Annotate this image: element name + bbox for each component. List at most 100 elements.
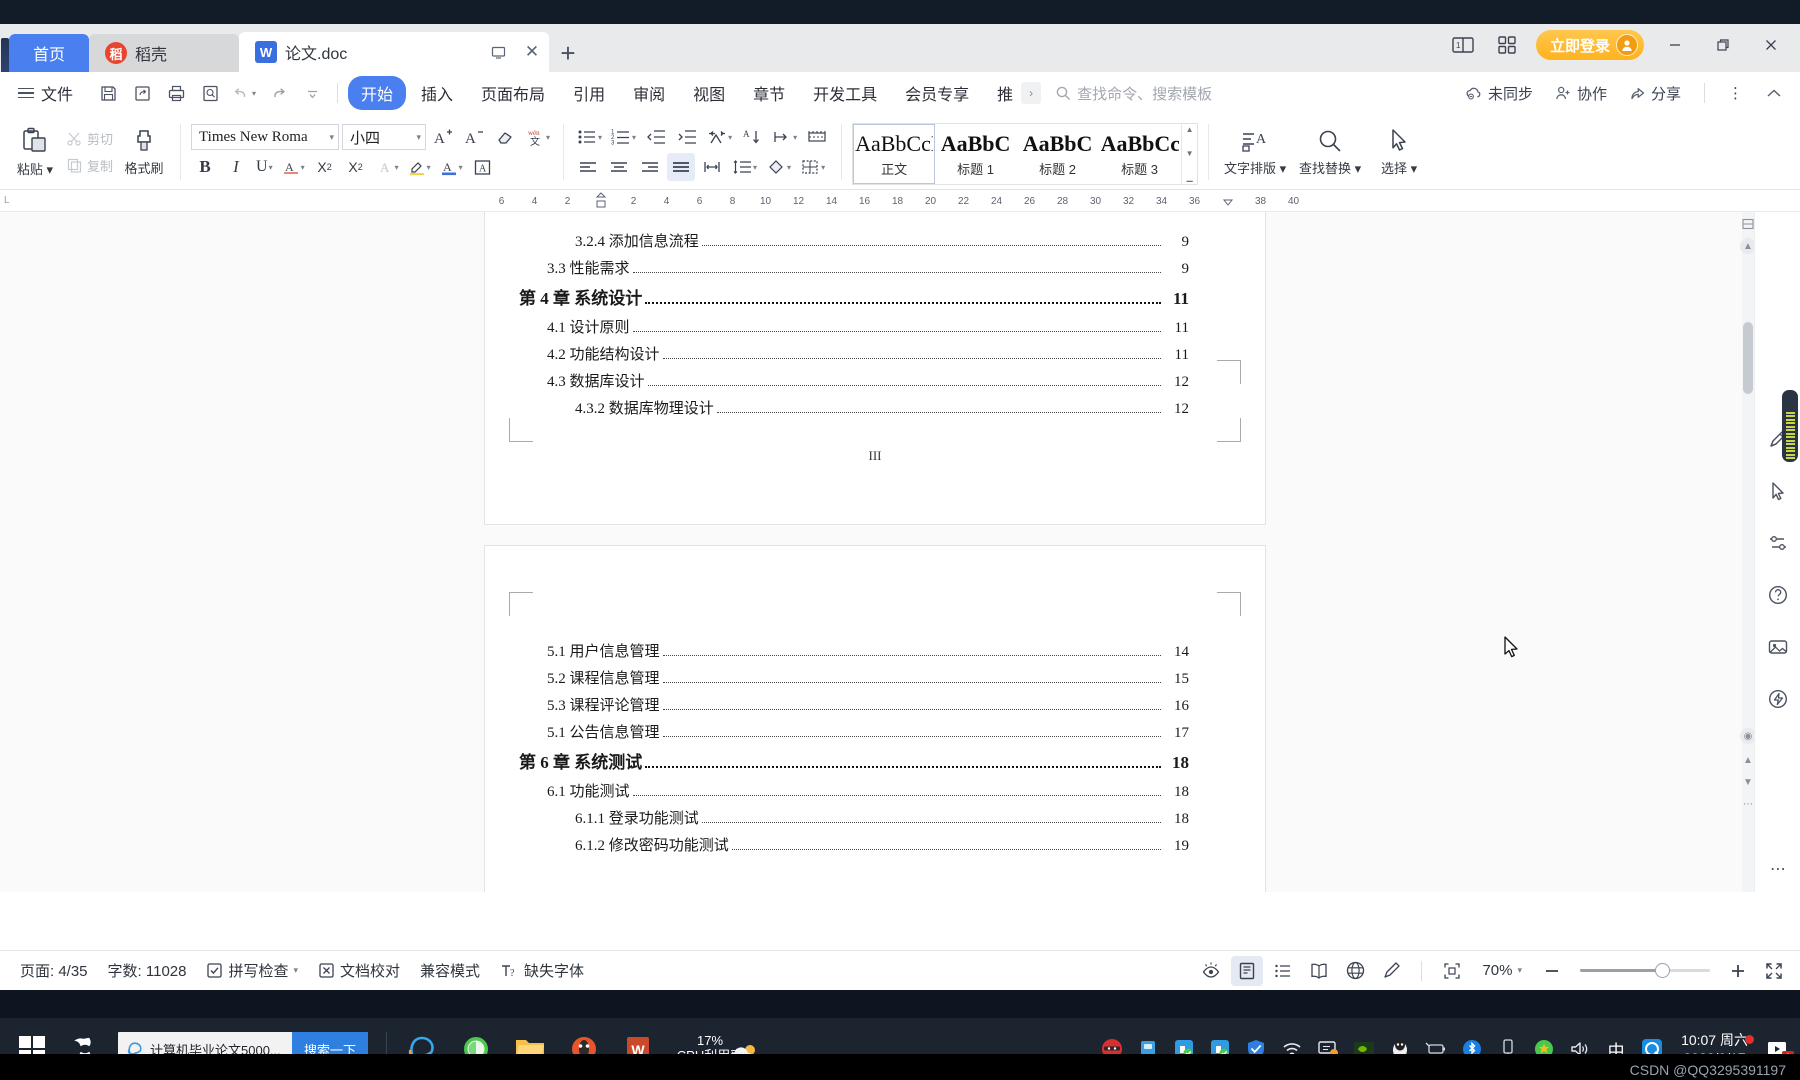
zoom-in-icon[interactable]: [1722, 956, 1754, 986]
ribbon-tab-developer[interactable]: 开发工具: [800, 76, 890, 110]
ribbon-tab-start[interactable]: 开始: [348, 76, 407, 110]
web-view-icon[interactable]: [1339, 956, 1371, 986]
text-highlight-icon[interactable]: ▾: [405, 153, 434, 181]
styles-expand-icon[interactable]: ▁: [1187, 174, 1193, 182]
toc-entry[interactable]: 4.3.2 数据库物理设计 12: [485, 397, 1189, 424]
borders-icon[interactable]: ▾: [797, 153, 828, 181]
styles-scroll-up-icon[interactable]: ▲: [1186, 126, 1194, 134]
reading-view-icon[interactable]: [1303, 956, 1335, 986]
toc-chapter-entry[interactable]: 第 6 章 系统测试 18: [485, 748, 1189, 780]
find-replace-button[interactable]: 查找替换 ▾: [1291, 117, 1369, 187]
document-canvas[interactable]: 3.2.4 添加信息流程 9 3.3 性能需求 9 第 4 章 系统设计 11: [0, 212, 1800, 892]
chevron-down-icon[interactable]: ▾: [416, 132, 421, 143]
underline-button[interactable]: U ▾: [253, 153, 276, 181]
app-grid-icon[interactable]: [1492, 30, 1522, 60]
document-page-1[interactable]: 3.2.4 添加信息流程 9 3.3 性能需求 9 第 4 章 系统设计 11: [485, 212, 1265, 524]
tab-docer[interactable]: 稻 稻壳: [89, 34, 240, 72]
fullscreen-icon[interactable]: [1758, 956, 1790, 986]
status-compatibility-mode[interactable]: 兼容模式: [410, 956, 490, 985]
toc-entry[interactable]: 6.1.1 登录功能测试 18: [485, 807, 1189, 834]
ribbon-tab-page-layout[interactable]: 页面布局: [468, 76, 558, 110]
character-border-icon[interactable]: A ▾: [373, 153, 402, 181]
paragraph-layout-icon[interactable]: ▾: [704, 123, 735, 151]
paste-button[interactable]: 粘贴 ▾: [9, 117, 61, 187]
style-heading-2[interactable]: AaBbC 标题 2: [1017, 124, 1099, 184]
lightning-icon[interactable]: [1763, 684, 1793, 714]
ribbon-tab-view[interactable]: 视图: [680, 76, 738, 110]
align-right-icon[interactable]: [636, 153, 664, 181]
show-paragraph-marks-icon[interactable]: ▾: [769, 123, 800, 151]
save-as-icon[interactable]: [127, 78, 157, 108]
more-vertical-icon[interactable]: ⋮: [1719, 80, 1752, 106]
zoom-out-icon[interactable]: [1536, 956, 1568, 986]
increase-font-size-icon[interactable]: A: [429, 123, 457, 151]
line-spacing-icon[interactable]: ▾: [729, 153, 760, 181]
subscript-button[interactable]: X2: [342, 153, 370, 181]
file-menu-button[interactable]: 文件: [10, 81, 81, 105]
settings-sliders-icon[interactable]: [1763, 528, 1793, 558]
status-spell-check[interactable]: 拼写检查 ▾: [196, 956, 308, 985]
toc-entry[interactable]: 5.2 课程信息管理 15: [485, 667, 1189, 694]
chevron-down-icon[interactable]: ▾: [1517, 965, 1522, 976]
save-icon[interactable]: [93, 78, 123, 108]
pinyin-guide-icon[interactable]: wén 文 ▾: [522, 123, 553, 151]
align-justify-icon[interactable]: [667, 153, 696, 181]
zoom-slider-knob[interactable]: [1655, 963, 1671, 978]
undo-caret-icon[interactable]: ▾: [252, 89, 256, 98]
tab-home[interactable]: 首页: [9, 34, 90, 72]
italic-button[interactable]: I: [222, 153, 250, 181]
rail-more-icon[interactable]: ⋯: [1763, 854, 1793, 884]
eye-focus-icon[interactable]: [1195, 956, 1227, 986]
document-grid-icon[interactable]: [803, 123, 831, 151]
tab-document-active[interactable]: W 论文.doc ✕: [239, 32, 550, 72]
close-tab-icon[interactable]: ✕: [521, 41, 543, 63]
horizontal-ruler[interactable]: L 6 4 2 2 4 6 8 10 12 14 16 18 20 22 24: [0, 190, 1800, 212]
toc-entry[interactable]: 3.3 性能需求 9: [485, 257, 1189, 284]
increase-indent-icon[interactable]: [673, 123, 701, 151]
toc-entry[interactable]: 6.1.2 修改密码功能测试 19: [485, 834, 1189, 861]
ribbon-tab-member[interactable]: 会员专享: [892, 76, 982, 110]
ruler-right-indent-marker[interactable]: [1211, 196, 1244, 206]
toc-entry[interactable]: 4.2 功能结构设计 11: [485, 343, 1189, 370]
collaborate-button[interactable]: 协作: [1546, 79, 1616, 108]
help-circle-icon[interactable]: [1763, 580, 1793, 610]
toc-entry[interactable]: 4.1 设计原则 11: [485, 316, 1189, 343]
ribbon-tab-recommend[interactable]: 推: [984, 76, 1019, 110]
sync-status-button[interactable]: 未同步: [1456, 79, 1542, 108]
shading-icon[interactable]: ▾: [763, 153, 794, 181]
image-tool-icon[interactable]: [1763, 632, 1793, 662]
fit-page-icon[interactable]: [1436, 956, 1468, 986]
font-family-input[interactable]: Times New Roma ▾: [191, 124, 340, 150]
sort-icon[interactable]: A: [738, 123, 766, 151]
toc-chapter-entry[interactable]: 第 4 章 系统设计 11: [485, 284, 1189, 316]
format-painter-button[interactable]: 格式刷: [118, 117, 170, 187]
align-left-icon[interactable]: [574, 153, 602, 181]
chevron-up-icon[interactable]: [1756, 82, 1792, 104]
align-center-icon[interactable]: [605, 153, 633, 181]
ribbon-tab-references[interactable]: 引用: [560, 76, 618, 110]
toc-entry[interactable]: 4.3 数据库设计 12: [485, 370, 1189, 397]
text-effects-icon[interactable]: A: [469, 153, 497, 181]
print-preview-icon[interactable]: [195, 78, 225, 108]
bold-button[interactable]: B: [191, 153, 219, 181]
ribbon-tab-review[interactable]: 审阅: [620, 76, 678, 110]
strikethrough-icon[interactable]: A ▾: [279, 153, 308, 181]
clear-formatting-icon[interactable]: [491, 123, 519, 151]
new-tab-plus-icon[interactable]: +: [549, 34, 587, 72]
window-close-icon[interactable]: [1754, 28, 1788, 62]
style-heading-1[interactable]: AaBbC 标题 1: [935, 124, 1017, 184]
style-heading-3[interactable]: AaBbCcI 标题 3: [1099, 124, 1181, 184]
document-scrollbar-thumb[interactable]: [1743, 322, 1753, 394]
toc-entry[interactable]: 5.1 用户信息管理 14: [485, 640, 1189, 667]
split-view-icon[interactable]: 1: [1448, 30, 1478, 60]
status-proofread[interactable]: 文档校对: [308, 956, 410, 985]
decrease-font-size-icon[interactable]: A: [460, 123, 488, 151]
outline-view-icon[interactable]: [1267, 956, 1299, 986]
document-page-2[interactable]: 5.1 用户信息管理 14 5.2 课程信息管理 15 5.3 课程评论管理 1…: [485, 546, 1265, 892]
chevron-down-icon[interactable]: ▾: [329, 132, 334, 143]
superscript-button[interactable]: X2: [311, 153, 339, 181]
cut-button[interactable]: 剪切: [61, 126, 118, 151]
font-color-icon[interactable]: A ▾: [437, 153, 466, 181]
ruler-indent-marker[interactable]: [584, 192, 617, 210]
redo-icon[interactable]: [263, 78, 293, 108]
